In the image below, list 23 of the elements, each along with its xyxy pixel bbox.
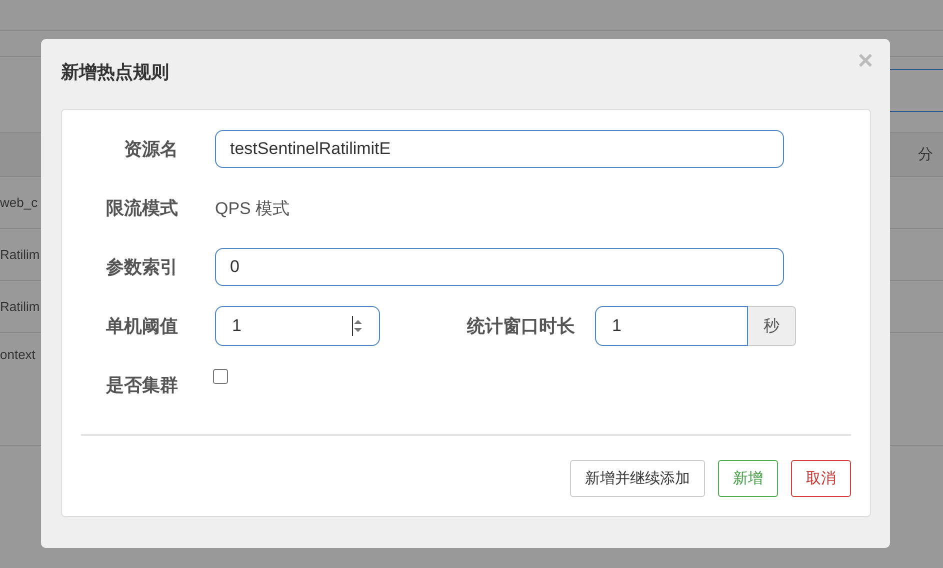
checkbox[interactable] bbox=[213, 369, 228, 384]
field-label: 资源名 bbox=[123, 138, 178, 161]
table-cell: Ratilim bbox=[0, 247, 40, 262]
table-cell: Ratilim bbox=[0, 299, 40, 314]
field-label: 参数索引 bbox=[105, 256, 178, 279]
text-field[interactable]: testSentinelRatilimitE bbox=[215, 130, 784, 168]
dialog-title: 新增热点规则 bbox=[61, 61, 169, 84]
column-header: 分 bbox=[918, 145, 933, 164]
unit-addon: 秒 bbox=[748, 306, 796, 346]
number-field[interactable]: 1 bbox=[215, 306, 380, 346]
spinner-icon[interactable] bbox=[353, 319, 363, 333]
text-field[interactable]: 0 bbox=[215, 248, 784, 286]
field-label: 单机阈值 bbox=[105, 315, 178, 338]
field-label: 统计窗口时长 bbox=[467, 315, 575, 338]
table-cell: web_c bbox=[0, 195, 38, 210]
add-button[interactable]: 新增并继续添加 bbox=[570, 460, 705, 497]
field-value: QPS 模式 bbox=[215, 198, 290, 220]
field-label: 是否集群 bbox=[105, 374, 178, 397]
text-field[interactable]: 1 bbox=[595, 306, 748, 346]
add-button[interactable]: 新增 bbox=[718, 460, 778, 497]
table-cell: ontext bbox=[0, 347, 36, 362]
cancel-button[interactable]: 取消 bbox=[791, 460, 851, 497]
field-label: 限流模式 bbox=[105, 197, 178, 220]
